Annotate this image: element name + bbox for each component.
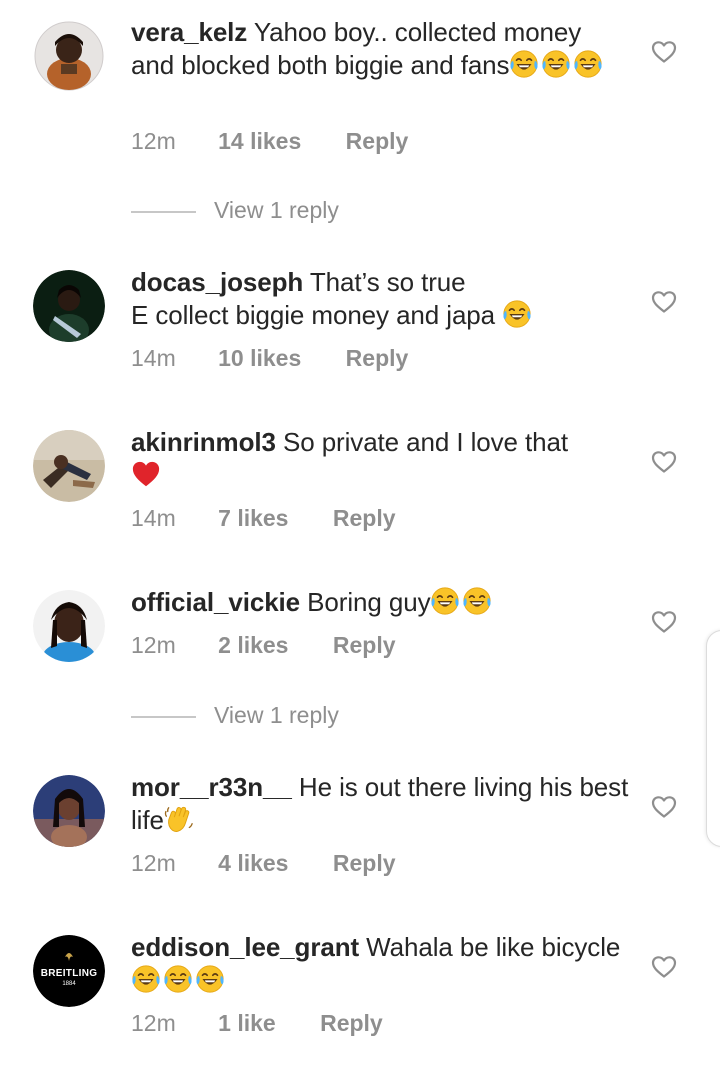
avatar-logo-brand: BREITLING	[41, 968, 98, 979]
comment-likes[interactable]: 1 like	[218, 1010, 276, 1037]
heart-outline-icon[interactable]	[651, 955, 677, 979]
comment-text: eddison_lee_grant Wahala be like bicycle	[131, 931, 631, 997]
face-with-tears-of-joy-emoji	[430, 586, 460, 616]
comment-username[interactable]: docas_joseph	[131, 267, 303, 297]
comment-time: 12m	[131, 128, 176, 154]
face-with-tears-of-joy-emoji	[502, 299, 532, 329]
view-replies-label: View 1 reply	[214, 197, 339, 223]
reply-divider	[131, 210, 196, 213]
comment-username[interactable]: official_vickie	[131, 587, 300, 617]
comment-body: That’s so true	[309, 267, 466, 297]
comment-time: 12m	[131, 1010, 176, 1036]
avatar[interactable]	[33, 270, 105, 342]
view-replies-label: View 1 reply	[214, 702, 339, 728]
comment-text: mor__r33n__ He is out there living his b…	[131, 771, 631, 837]
comment-username[interactable]: eddison_lee_grant	[131, 932, 359, 962]
comment-meta: 12m 2 likes Reply	[131, 632, 396, 659]
comment-time: 14m	[131, 345, 176, 371]
edge-panel-handle[interactable]	[706, 630, 720, 847]
comment-likes[interactable]: 2 likes	[218, 632, 288, 659]
face-with-tears-of-joy-emoji	[195, 964, 225, 994]
heart-outline-icon[interactable]	[651, 795, 677, 819]
face-with-tears-of-joy-emoji	[163, 964, 193, 994]
waving-hand-emoji	[164, 804, 194, 834]
avatar[interactable]	[33, 590, 105, 662]
comment-likes[interactable]: 4 likes	[218, 850, 288, 877]
comment-body: E collect biggie money and japa	[131, 300, 496, 330]
comment-text: docas_joseph That’s so true E collect bi…	[131, 266, 631, 332]
heart-outline-icon[interactable]	[651, 40, 677, 64]
heart-outline-icon[interactable]	[651, 290, 677, 314]
comment-meta: 12m 1 like Reply	[131, 1010, 383, 1037]
comment-time: 14m	[131, 505, 176, 531]
comment-likes[interactable]: 14 likes	[218, 128, 301, 155]
red-heart-emoji	[131, 459, 161, 489]
comment-username[interactable]: akinrinmol3	[131, 427, 276, 457]
comment-text: official_vickie Boring guy	[131, 586, 631, 619]
avatar[interactable]	[33, 20, 105, 92]
avatar[interactable]: BREITLING 1884	[33, 935, 105, 1007]
comment-likes[interactable]: 10 likes	[218, 345, 301, 372]
reply-divider	[131, 715, 196, 718]
comment-username[interactable]: vera_kelz	[131, 17, 247, 47]
comment-body: Wahala be like bicycle	[366, 932, 621, 962]
comment-meta: 14m 7 likes Reply	[131, 505, 396, 532]
avatar[interactable]	[33, 430, 105, 502]
comment-time: 12m	[131, 850, 176, 876]
reply-button[interactable]: Reply	[346, 345, 409, 372]
comment-time: 12m	[131, 632, 176, 658]
heart-outline-icon[interactable]	[651, 450, 677, 474]
reply-button[interactable]: Reply	[346, 128, 409, 155]
face-with-tears-of-joy-emoji	[541, 49, 571, 79]
comment-text: akinrinmol3 So private and I love that	[131, 426, 631, 492]
reply-button[interactable]: Reply	[333, 505, 396, 532]
comment-meta: 14m 10 likes Reply	[131, 345, 408, 372]
reply-button[interactable]: Reply	[320, 1010, 383, 1037]
comment-likes[interactable]: 7 likes	[218, 505, 288, 532]
comment-username[interactable]: mor__r33n__	[131, 772, 292, 802]
avatar[interactable]	[33, 775, 105, 847]
comment-meta: 12m 14 likes Reply	[131, 128, 408, 155]
heart-outline-icon[interactable]	[651, 610, 677, 634]
view-replies-button[interactable]: View 1 reply	[131, 702, 339, 729]
reply-button[interactable]: Reply	[333, 632, 396, 659]
face-with-tears-of-joy-emoji	[573, 49, 603, 79]
comment-text: vera_kelz Yahoo boy.. collected money an…	[131, 16, 631, 82]
view-replies-button[interactable]: View 1 reply	[131, 197, 339, 224]
comment-body: So private and I love that	[282, 427, 568, 457]
comment-meta: 12m 4 likes Reply	[131, 850, 396, 877]
reply-button[interactable]: Reply	[333, 850, 396, 877]
avatar-logo-year: 1884	[62, 981, 76, 987]
face-with-tears-of-joy-emoji	[462, 586, 492, 616]
face-with-tears-of-joy-emoji	[509, 49, 539, 79]
comment-body: Boring guy	[307, 587, 431, 617]
face-with-tears-of-joy-emoji	[131, 964, 161, 994]
